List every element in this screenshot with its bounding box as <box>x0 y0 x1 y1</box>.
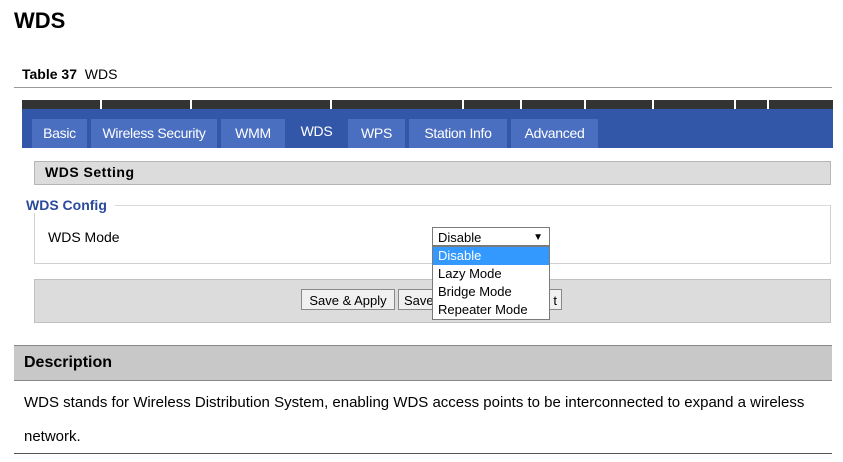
option-lazy-mode[interactable]: Lazy Mode <box>433 265 549 283</box>
caption-divider <box>14 87 832 88</box>
section-title-bar: WDS Setting <box>34 161 831 185</box>
bottom-divider <box>14 453 832 454</box>
caption-title: WDS <box>84 66 118 82</box>
wds-mode-dropdown: Disable Lazy Mode Bridge Mode Repeater M… <box>432 246 550 320</box>
option-repeater-mode[interactable]: Repeater Mode <box>433 301 549 319</box>
wds-mode-value: Disable <box>438 230 482 245</box>
tab-station-info[interactable]: Station Info <box>409 119 507 148</box>
option-bridge-mode[interactable]: Bridge Mode <box>433 283 549 301</box>
tab-wmm[interactable]: WMM <box>221 119 285 148</box>
table-caption: Table 37 WDS <box>22 66 117 82</box>
top-menu-strip <box>22 100 833 109</box>
wds-mode-label: WDS Mode <box>48 229 120 245</box>
description-text: WDS stands for Wireless Distribution Sys… <box>24 394 805 445</box>
tab-wps[interactable]: WPS <box>348 119 405 148</box>
page-heading: WDS <box>14 8 66 33</box>
save-apply-button[interactable]: Save & Apply <box>301 289 395 310</box>
dropdown-arrow-icon: ▼ <box>533 232 543 243</box>
description-title: Description <box>24 354 113 371</box>
option-disable[interactable]: Disable <box>433 247 549 265</box>
section-title: WDS Setting <box>45 164 135 180</box>
tab-advanced[interactable]: Advanced <box>511 119 598 148</box>
tab-basic[interactable]: Basic <box>32 119 87 148</box>
tab-wds[interactable]: WDS <box>289 115 344 148</box>
caption-label: Table 37 <box>22 66 77 82</box>
tab-wireless-security[interactable]: Wireless Security <box>91 119 217 148</box>
wds-config-legend: WDS Config <box>26 197 115 213</box>
wds-mode-select[interactable]: Disable ▼ <box>432 227 550 246</box>
description-header: Description <box>14 345 832 381</box>
